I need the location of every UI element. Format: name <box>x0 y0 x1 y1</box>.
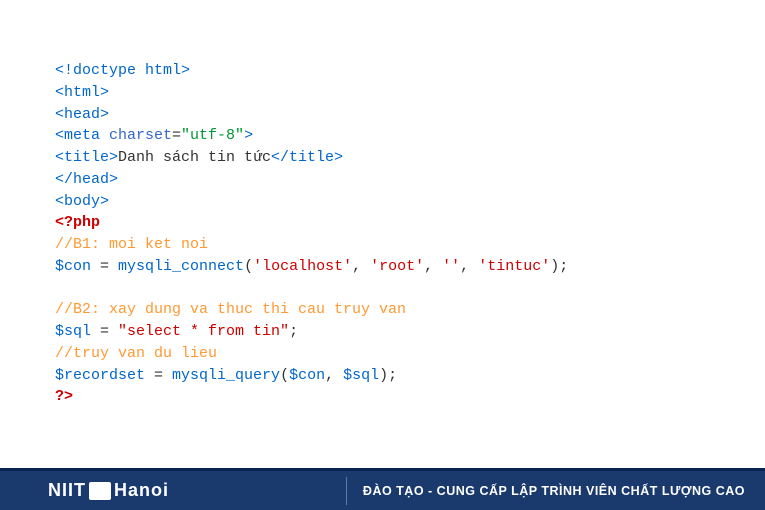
php-close-tag: ?> <box>55 388 73 405</box>
footer-divider <box>346 477 347 505</box>
meta-value: "utf-8" <box>181 127 244 144</box>
code-block: <!doctype html> <html> <head> <meta char… <box>0 0 765 408</box>
body-open-tag: <body> <box>55 193 109 210</box>
semi-1: ; <box>289 323 298 340</box>
comment-truyvan: //truy van du lieu <box>55 345 217 362</box>
str-localhost: 'localhost' <box>253 258 352 275</box>
assign-2: = <box>91 323 118 340</box>
str-tintuc: 'tintuc' <box>478 258 550 275</box>
logo-text-left: NIIT <box>48 480 86 501</box>
str-empty: '' <box>442 258 460 275</box>
assign-1: = <box>91 258 118 275</box>
comma-4: , <box>325 367 343 384</box>
logo-text-right: Hanoi <box>114 480 169 501</box>
comment-b1: //B1: moi ket noi <box>55 236 208 253</box>
str-root: 'root' <box>370 258 424 275</box>
func-query: mysqli_query <box>172 367 280 384</box>
meta-attr: charset <box>109 127 172 144</box>
title-close: </title> <box>271 149 343 166</box>
str-select: "select * from tin" <box>118 323 289 340</box>
footer-tagline: ĐÀO TẠO - CUNG CẤP LẬP TRÌNH VIÊN CHẤT L… <box>363 484 745 498</box>
title-open: <title> <box>55 149 118 166</box>
meta-eq: = <box>172 127 181 144</box>
title-text: Danh sách tin tức <box>118 149 271 166</box>
paren-open-1: ( <box>244 258 253 275</box>
comment-b2: //B2: xay dung va thuc thi cau truy van <box>55 301 406 318</box>
logo-icon <box>89 482 111 500</box>
var-con-2: $con <box>289 367 325 384</box>
footer-bar: NIIT Hanoi ĐÀO TẠO - CUNG CẤP LẬP TRÌNH … <box>0 468 765 510</box>
doctype-tag: <!doctype html> <box>55 62 190 79</box>
func-connect: mysqli_connect <box>118 258 244 275</box>
head-close-tag: </head> <box>55 171 118 188</box>
meta-close: > <box>244 127 253 144</box>
paren-open-2: ( <box>280 367 289 384</box>
comma-3: , <box>460 258 478 275</box>
var-con: $con <box>55 258 91 275</box>
assign-3: = <box>145 367 172 384</box>
var-sql-2: $sql <box>343 367 379 384</box>
html-open-tag: <html> <box>55 84 109 101</box>
comma-2: , <box>424 258 442 275</box>
comma-1: , <box>352 258 370 275</box>
paren-close-1: ); <box>550 258 568 275</box>
logo: NIIT Hanoi <box>48 480 169 501</box>
paren-close-2: ); <box>379 367 397 384</box>
php-open-tag: <?php <box>55 214 100 231</box>
footer-right: ĐÀO TẠO - CUNG CẤP LẬP TRÌNH VIÊN CHẤT L… <box>346 477 745 505</box>
var-sql: $sql <box>55 323 91 340</box>
meta-tag-open: <meta <box>55 127 109 144</box>
var-recordset: $recordset <box>55 367 145 384</box>
head-open-tag: <head> <box>55 106 109 123</box>
